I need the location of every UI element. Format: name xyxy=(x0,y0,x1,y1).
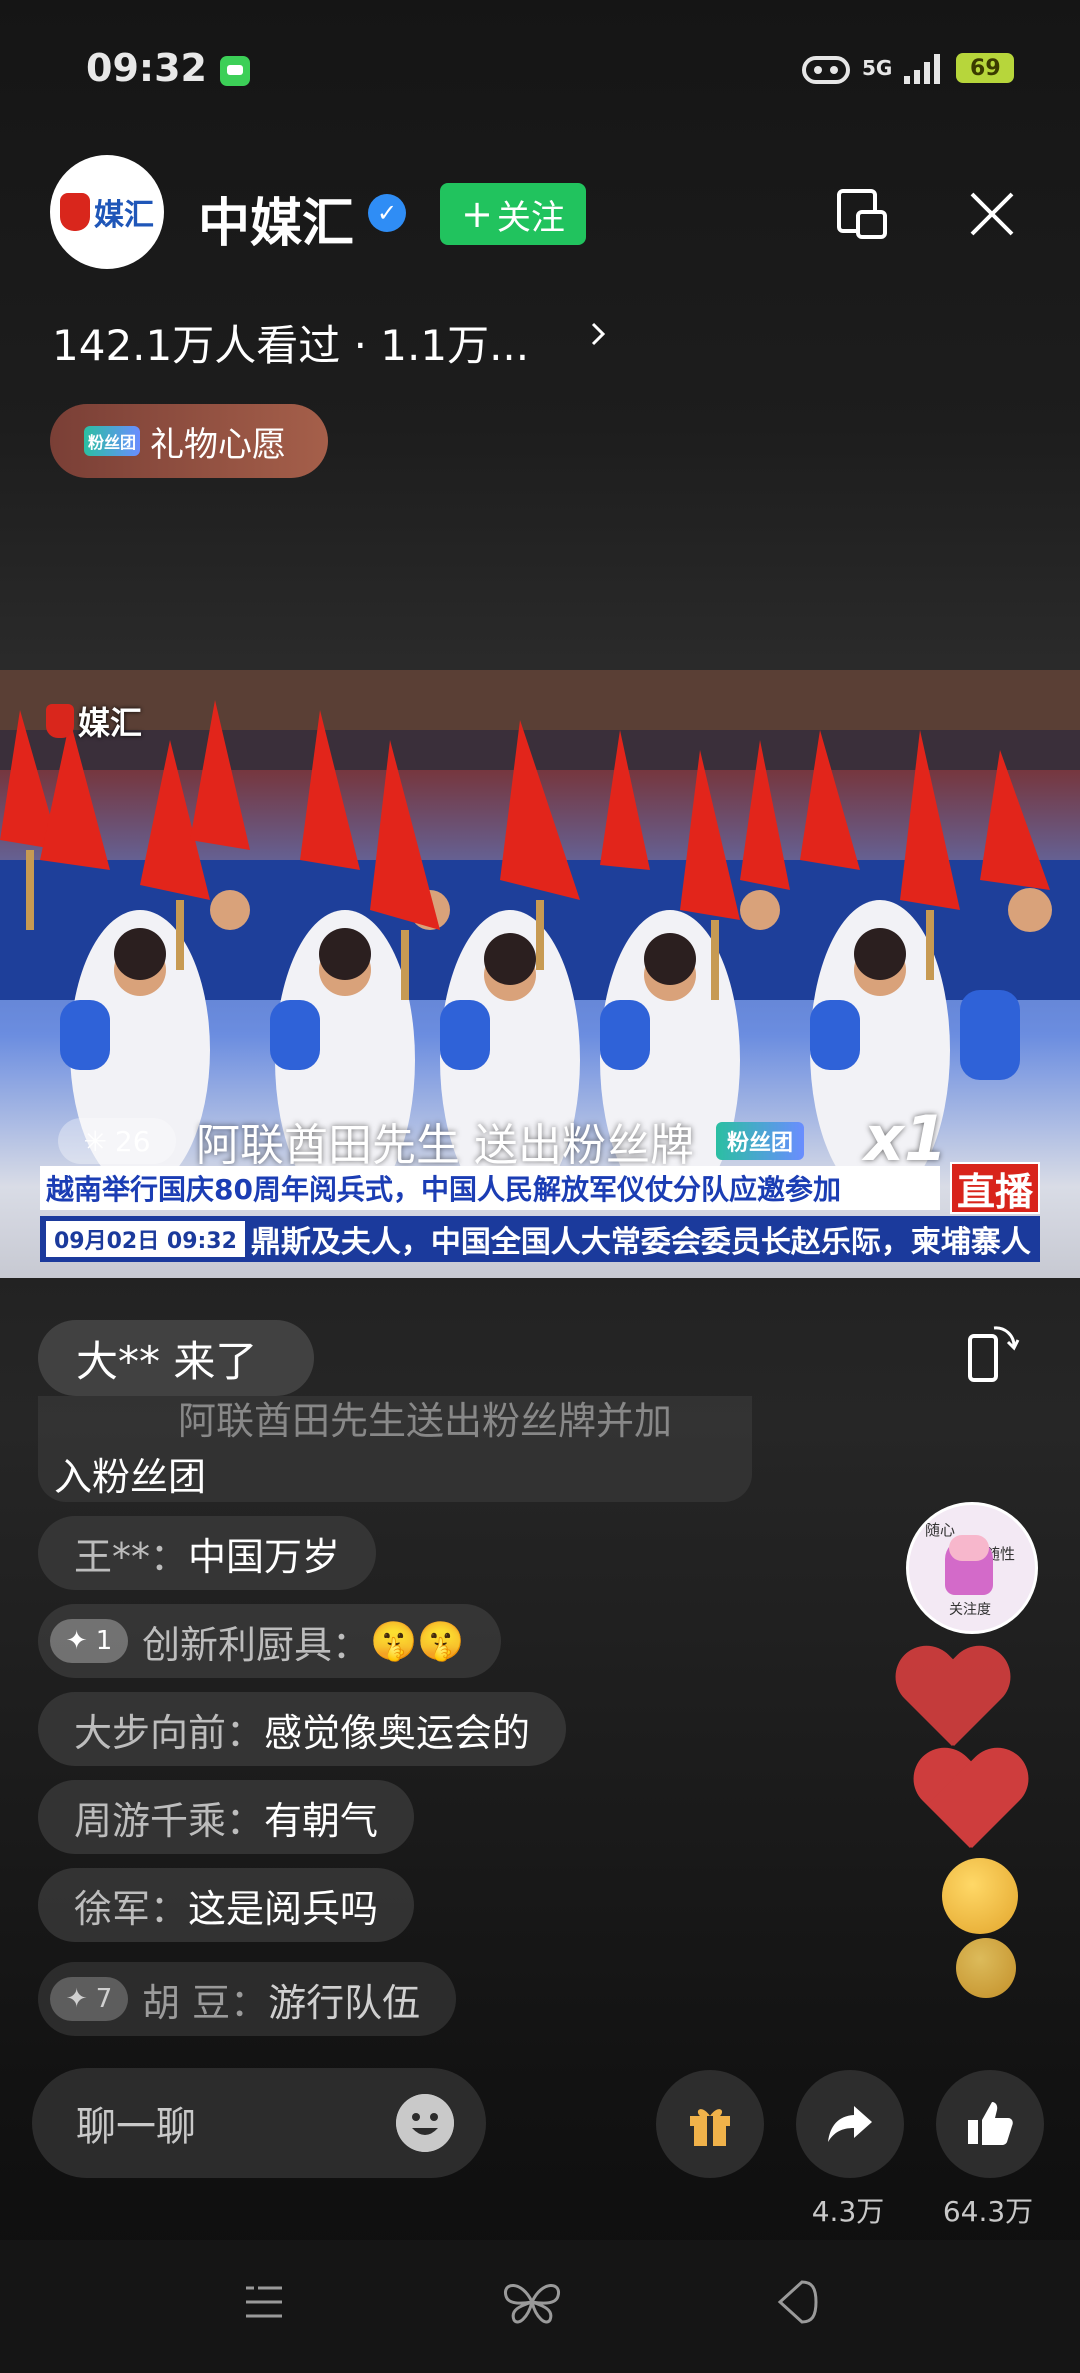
logo-mark xyxy=(60,193,90,231)
viewer-stats[interactable]: 142.1万人看过 · 1.1万... xyxy=(52,312,529,373)
user-level-badge: ✦ 1 xyxy=(50,1619,128,1663)
battery-icon: 69 xyxy=(956,53,1015,83)
join-notice: 大** 来了 xyxy=(38,1320,314,1396)
avatar-logo-text: 媒汇 xyxy=(94,198,154,233)
streamer-badge-avatar[interactable]: 随心 随性 关注度 xyxy=(906,1502,1038,1634)
chat-user: 胡 豆： xyxy=(142,1980,269,2025)
fan-notice-text: 阿联酋田先生 送出粉丝牌 xyxy=(196,1120,694,1171)
floating-heart xyxy=(910,1750,1030,1860)
like-icon xyxy=(968,2102,1013,2145)
share-icon xyxy=(828,2106,872,2142)
floating-emoji xyxy=(942,1858,1018,1934)
status-icons: 5G 69 xyxy=(800,48,1015,88)
news-ticker: 09月02日 09:32 鼎斯及夫人，中国全国人大常委会委员长赵乐际，柬埔寨人 xyxy=(40,1216,1040,1262)
fan-level-badge: ✳ 26 xyxy=(58,1118,176,1164)
channel-avatar[interactable]: 媒汇 xyxy=(50,155,164,269)
gift-multiplier: x1 xyxy=(864,1102,948,1175)
news-date: 09月02日 09:32 xyxy=(46,1221,245,1257)
user-level: 1 xyxy=(95,1626,113,1656)
like-button[interactable] xyxy=(936,2070,1044,2178)
chat-text: 这是阅兵吗 xyxy=(188,1886,379,1931)
chat-message[interactable]: ✦ 1 创新利厨具： 🤫🤫 xyxy=(38,1604,501,1678)
smile-icon[interactable] xyxy=(396,2094,454,2152)
butterfly-icon[interactable] xyxy=(500,2278,564,2326)
like-count: 64.3万 xyxy=(942,2195,1034,2228)
badge-text-bottom: 关注度 xyxy=(949,1602,991,1618)
verified-icon: ✓ xyxy=(368,194,406,232)
gift-wish-button[interactable]: 粉丝团 礼物心愿 xyxy=(50,404,328,478)
user-level-badge: ✦ 7 xyxy=(50,1977,128,2021)
close-icon[interactable] xyxy=(966,188,1018,240)
floating-emoji xyxy=(956,1938,1016,1998)
watermark-text: 媒汇 xyxy=(78,704,143,742)
fan-club-badge: 粉丝团 xyxy=(716,1122,804,1160)
floating-heart xyxy=(892,1648,1012,1758)
chat-user: 创新利厨具： xyxy=(142,1622,371,1667)
chat-message[interactable]: 大步向前： 感觉像奥运会的 xyxy=(38,1692,567,1766)
fan-notice: ✳ 26 阿联酋田先生 送出粉丝牌 粉丝团 xyxy=(58,1116,804,1171)
back-icon[interactable] xyxy=(772,2276,820,2328)
gift-button[interactable] xyxy=(656,2070,764,2178)
faded-chat-message: 阿联酋田先生送出粉丝牌并加 入粉丝团 xyxy=(38,1396,752,1502)
channel-name[interactable]: 中媒汇 xyxy=(198,181,354,256)
status-time: 09:32 xyxy=(86,46,207,90)
chat-text: 游行队伍 xyxy=(268,1980,421,2025)
pip-icon[interactable] xyxy=(836,188,888,240)
share-button[interactable] xyxy=(796,2070,904,2178)
chat-message[interactable]: 周游千乘： 有朝气 xyxy=(38,1780,415,1854)
badge-text-left: 随心 xyxy=(925,1521,956,1539)
system-navbar xyxy=(0,2240,1080,2373)
share-count: 4.3万 xyxy=(811,2195,885,2228)
fan-club-badge: 粉丝团 xyxy=(84,426,140,456)
sparkle-icon: ✳ xyxy=(83,1124,107,1158)
gift-wish-label: 礼物心愿 xyxy=(150,424,286,465)
plus-icon: + xyxy=(461,192,493,236)
wifi-icon xyxy=(802,56,850,84)
chat-user: 徐军： xyxy=(74,1886,189,1931)
menu-icon[interactable] xyxy=(242,2280,286,2324)
user-level: 7 xyxy=(95,1984,113,2014)
chat-text: 🤫🤫 xyxy=(370,1618,465,1663)
chat-message[interactable]: 徐军： 这是阅兵吗 xyxy=(38,1868,415,1942)
pig-face xyxy=(949,1535,989,1561)
follow-button[interactable]: + 关注 xyxy=(440,183,586,245)
video-watermark: 媒汇 xyxy=(46,698,142,744)
follow-label: 关注 xyxy=(496,197,565,238)
network-label: 5G xyxy=(862,56,893,80)
rotate-screen-icon[interactable] xyxy=(964,1322,1020,1386)
message-icon xyxy=(220,56,250,86)
chat-user: 王**： xyxy=(74,1534,189,1579)
signal-icon xyxy=(904,54,941,84)
chat-user: 周游千乘： xyxy=(74,1798,265,1843)
chat-text: 感觉像奥运会的 xyxy=(264,1710,531,1755)
chevron-right-icon[interactable] xyxy=(586,322,610,346)
gift-icon xyxy=(690,2109,730,2146)
live-badge: 直播 xyxy=(950,1162,1040,1214)
fan-level-value: 26 xyxy=(114,1124,151,1158)
chat-message[interactable]: ✦ 7 胡 豆： 游行队伍 xyxy=(38,1962,457,2036)
chat-text: 有朝气 xyxy=(264,1798,379,1843)
news-ticker-text: 鼎斯及夫人，中国全国人大常委会委员长赵乐际，柬埔寨人 xyxy=(250,1225,1031,1260)
chat-text: 中国万岁 xyxy=(188,1534,341,1579)
watermark-mark xyxy=(46,704,74,738)
news-headline: 越南举行国庆80周年阅兵式，中国人民解放军仪仗分队应邀参加 xyxy=(40,1166,940,1210)
chat-user: 大步向前： xyxy=(74,1710,265,1755)
faded-message-bottom: 入粉丝团 xyxy=(54,1455,207,1499)
chat-message[interactable]: 王**： 中国万岁 xyxy=(38,1516,377,1590)
faded-message-top: 阿联酋田先生送出粉丝牌并加 xyxy=(178,1399,673,1443)
